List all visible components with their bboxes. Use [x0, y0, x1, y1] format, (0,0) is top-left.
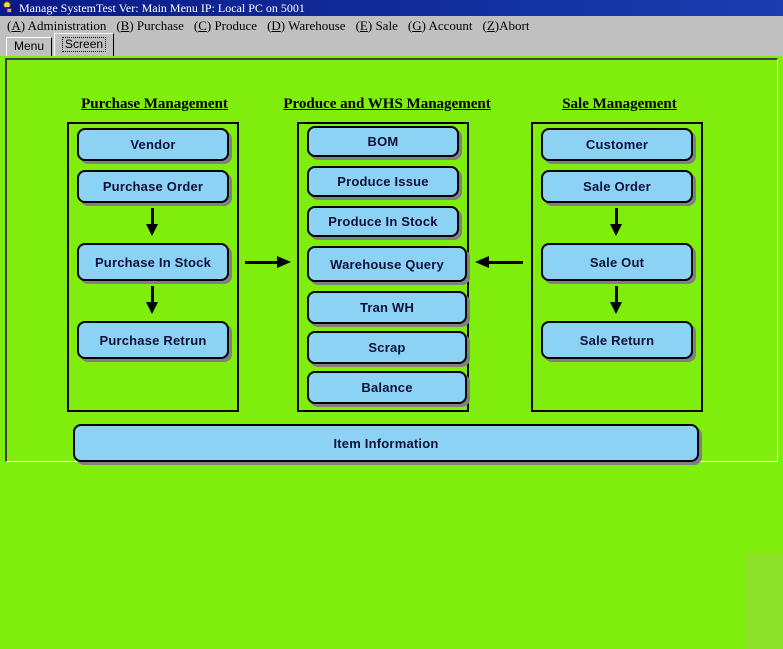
button-sale-return[interactable]: Sale Return — [541, 321, 693, 359]
diagram-panel: Purchase Management Produce and WHS Mana… — [5, 58, 778, 462]
button-sale-order[interactable]: Sale Order — [541, 170, 693, 203]
arrow-sale-to-produce — [475, 255, 523, 269]
arrow-sale-order-to-sale-out — [609, 208, 623, 236]
menu-item-produce[interactable]: (C) Produce — [191, 17, 264, 35]
button-item-information[interactable]: Item Information — [73, 424, 699, 462]
menu-item-administration[interactable]: (A) Administration — [4, 17, 113, 35]
button-balance[interactable]: Balance — [307, 371, 467, 404]
button-produce-in-stock[interactable]: Produce In Stock — [307, 206, 459, 237]
button-purchase-retrun[interactable]: Purchase Retrun — [77, 321, 229, 359]
menu-item-warehouse[interactable]: (D) Warehouse — [264, 17, 353, 35]
tab-screen[interactable]: Screen — [54, 33, 115, 56]
corner-tint — [746, 553, 783, 649]
column-title-purchase: Purchase Management — [81, 96, 228, 112]
window-title: Manage SystemTest Ver: Main Menu IP: Loc… — [19, 1, 305, 15]
column-title-produce: Produce and WHS Management — [283, 96, 491, 112]
client-area: Purchase Management Produce and WHS Mana… — [0, 56, 783, 649]
button-bom[interactable]: BOM — [307, 126, 459, 157]
button-purchase-order[interactable]: Purchase Order — [77, 170, 229, 203]
arrow-sale-out-to-sale-return — [609, 286, 623, 314]
menu-item-account[interactable]: (G) Account — [405, 17, 480, 35]
arrow-purchase-to-produce — [245, 255, 293, 269]
button-sale-out[interactable]: Sale Out — [541, 243, 693, 281]
tab-menu-label: Menu — [14, 39, 45, 53]
button-warehouse-query[interactable]: Warehouse Query — [307, 246, 467, 282]
menu-item-purchase[interactable]: (B) Purchase — [113, 17, 191, 35]
app-icon — [2, 1, 16, 15]
tab-strip: Menu Screen — [0, 33, 783, 56]
tab-menu[interactable]: Menu — [6, 37, 53, 56]
button-scrap[interactable]: Scrap — [307, 331, 467, 364]
menu-item-sale[interactable]: (E) Sale — [353, 17, 405, 35]
menu-item-abort[interactable]: (Z)Abort — [479, 17, 536, 35]
tab-screen-label: Screen — [62, 37, 107, 52]
button-tran-wh[interactable]: Tran WH — [307, 291, 467, 324]
button-produce-issue[interactable]: Produce Issue — [307, 166, 459, 197]
arrow-in-stock-to-retrun — [145, 286, 159, 314]
menu-bar: (A) Administration (B) Purchase (C) Prod… — [0, 16, 783, 35]
window-titlebar: Manage SystemTest Ver: Main Menu IP: Loc… — [0, 0, 783, 16]
arrow-purchase-order-to-in-stock — [145, 208, 159, 236]
button-customer[interactable]: Customer — [541, 128, 693, 161]
button-purchase-in-stock[interactable]: Purchase In Stock — [77, 243, 229, 281]
column-title-sale: Sale Management — [562, 96, 677, 112]
button-vendor[interactable]: Vendor — [77, 128, 229, 161]
